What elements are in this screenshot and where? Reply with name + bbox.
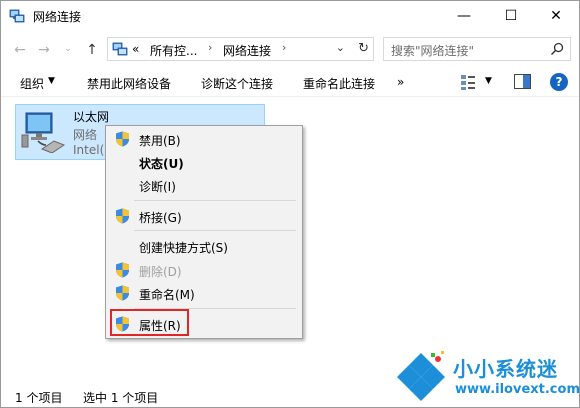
change-view-icon[interactable]	[459, 73, 477, 91]
breadcrumb-network-connections[interactable]: 网络连接	[223, 42, 271, 59]
watermark: 小小系统迷 www.ilovext.com	[393, 349, 580, 407]
adapter-status: 网络	[73, 128, 98, 142]
menu-item-label: 状态(U)	[139, 157, 184, 171]
close-button[interactable]: ✕	[533, 1, 579, 31]
preview-pane-icon[interactable]	[514, 74, 531, 89]
back-button[interactable]: ←	[11, 41, 29, 59]
menu-item-disable[interactable]: 禁用(B)	[106, 128, 302, 150]
rename-connection-button[interactable]: 重命名此连接	[303, 75, 375, 92]
caret-down-icon[interactable]: ▼	[485, 76, 492, 86]
menu-item-label: 桥接(G)	[139, 211, 182, 225]
watermark-logo-icon	[397, 351, 445, 401]
search-icon	[550, 42, 564, 56]
adapter-name: 以太网	[73, 110, 110, 124]
network-connections-icon	[112, 42, 128, 56]
network-connections-icon	[9, 9, 25, 23]
search-input[interactable]: 搜索"网络连接"	[383, 37, 571, 61]
address-bar[interactable]: « 所有控... › 网络连接 › ⌄ ↻	[107, 37, 374, 61]
menu-item-label: 诊断(I)	[139, 180, 176, 194]
minimize-button[interactable]: —	[441, 1, 487, 31]
uac-shield-icon	[116, 262, 129, 278]
disable-device-button[interactable]: 禁用此网络设备	[87, 75, 171, 92]
forward-button[interactable]: →	[35, 41, 53, 59]
menu-item-bridge[interactable]: 桥接(G)	[106, 205, 302, 227]
refresh-button[interactable]: ↻	[358, 41, 369, 56]
context-menu: 禁用(B) 状态(U) 诊断(I) 桥接(G) 创建快捷方式(S) 删除(D) …	[105, 125, 303, 339]
selected-count: 选中 1 个项目	[83, 391, 159, 405]
menu-item-diagnose[interactable]: 诊断(I)	[106, 174, 302, 196]
menu-separator	[134, 230, 296, 231]
address-dropdown-icon[interactable]: ⌄	[336, 41, 345, 54]
watermark-title: 小小系统迷	[453, 357, 558, 381]
navigation-bar: ← → ⌄ ↑ « 所有控... › 网络连接 › ⌄ ↻ 搜索"网络连接"	[1, 31, 579, 67]
chevron-right-icon[interactable]: ›	[282, 41, 286, 54]
title-bar: 网络连接 — ☐ ✕	[1, 1, 579, 31]
menu-item-label: 删除(D)	[139, 265, 182, 279]
breadcrumb-control-panel[interactable]: 所有控...	[150, 42, 197, 59]
maximize-button[interactable]: ☐	[488, 1, 534, 31]
watermark-url: www.ilovext.com	[455, 382, 580, 397]
address-overflow[interactable]: «	[132, 42, 139, 56]
chevron-right-icon[interactable]: ›	[208, 41, 212, 54]
window-title: 网络连接	[33, 10, 82, 24]
menu-item-status[interactable]: 状态(U)	[106, 151, 302, 173]
uac-shield-icon	[116, 131, 129, 147]
search-placeholder: 搜索"网络连接"	[391, 44, 475, 58]
menu-separator	[134, 200, 296, 201]
menu-item-rename[interactable]: 重命名(M)	[106, 282, 302, 304]
command-bar: 组织 ▼ 禁用此网络设备 诊断这个连接 重命名此连接 » ▼ ?	[1, 67, 579, 97]
organize-button[interactable]: 组织	[20, 75, 44, 92]
menu-item-label: 重命名(M)	[139, 288, 195, 302]
caret-down-icon[interactable]: ▼	[48, 76, 55, 86]
ethernet-adapter-icon	[21, 112, 66, 153]
item-count: 1 个项目	[15, 391, 63, 405]
uac-shield-icon	[116, 208, 129, 224]
menu-item-label: 禁用(B)	[139, 134, 181, 148]
more-commands-button[interactable]: »	[397, 75, 404, 89]
menu-item-delete: 删除(D)	[106, 259, 302, 281]
explorer-window: 网络连接 — ☐ ✕ ← → ⌄ ↑ « 所有控... › 网络连接 › ⌄ ↻…	[0, 0, 580, 408]
highlight-annotation	[110, 309, 189, 336]
menu-item-label: 创建快捷方式(S)	[139, 241, 228, 255]
recent-locations-button[interactable]: ⌄	[59, 40, 77, 58]
diagnose-connection-button[interactable]: 诊断这个连接	[201, 75, 273, 92]
help-button[interactable]: ?	[550, 73, 568, 91]
menu-item-create-shortcut[interactable]: 创建快捷方式(S)	[106, 235, 302, 257]
up-button[interactable]: ↑	[83, 41, 101, 59]
uac-shield-icon	[116, 285, 129, 301]
